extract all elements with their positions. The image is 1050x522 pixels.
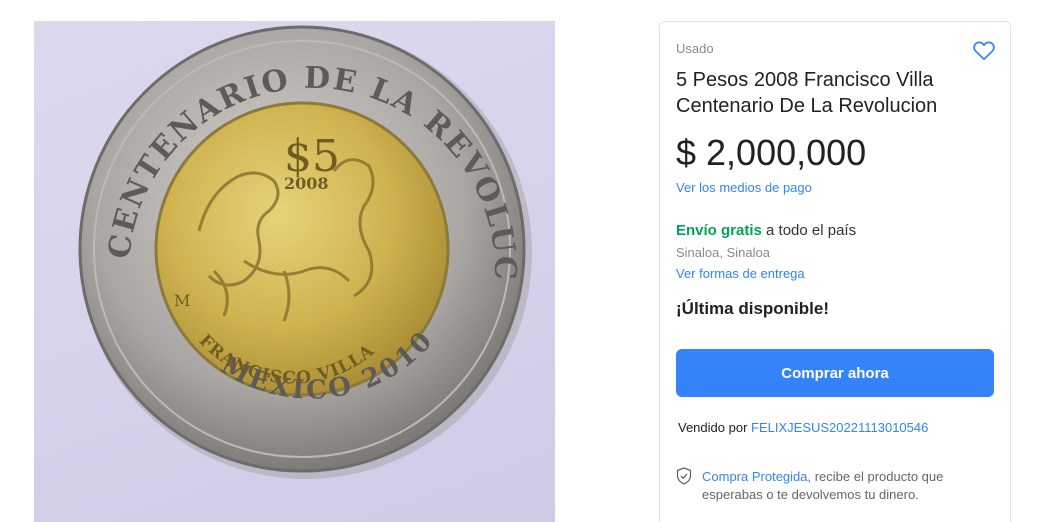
protected-purchase-link[interactable]: Compra Protegida	[702, 469, 808, 484]
product-image[interactable]: CENTENARIO DE LA REVOLUCION MEXICO 2010 …	[34, 21, 555, 522]
favorite-heart-icon[interactable]	[971, 37, 997, 63]
product-price: $ 2,000,000	[676, 132, 867, 173]
seller-name-link[interactable]: FELIXJESUS20221113010546	[751, 420, 928, 435]
stock-status: ¡Última disponible!	[676, 299, 829, 318]
coin-image: CENTENARIO DE LA REVOLUCION MEXICO 2010 …	[34, 21, 532, 479]
seller-prefix: Vendido por	[678, 420, 748, 435]
product-title: 5 Pesos 2008 Francisco Villa Centenario …	[676, 69, 938, 117]
payment-methods-link[interactable]: Ver los medios de pago	[676, 180, 812, 195]
free-shipping-label: Envío gratis	[676, 222, 762, 239]
purchase-card: Usado 5 Pesos 2008 Francisco Villa Cente…	[659, 21, 1011, 522]
condition-label: Usado	[676, 41, 714, 56]
shipping-scope: a todo el país	[761, 222, 857, 239]
purchase-protection: Compra Protegida, recibe el producto que…	[702, 468, 992, 504]
delivery-options-link[interactable]: Ver formas de entrega	[676, 266, 805, 281]
buy-now-button[interactable]: Comprar ahora	[676, 349, 994, 397]
seller-location: Sinaloa, Sinaloa	[676, 245, 770, 260]
shipping-info: Envío gratis a todo el país	[676, 222, 856, 239]
shield-check-icon	[676, 467, 692, 485]
seller-info: Vendido por FELIXJESUS20221113010546	[678, 420, 928, 435]
coin-mint-mark: M	[174, 291, 190, 310]
coin-year: 2008	[284, 174, 329, 193]
